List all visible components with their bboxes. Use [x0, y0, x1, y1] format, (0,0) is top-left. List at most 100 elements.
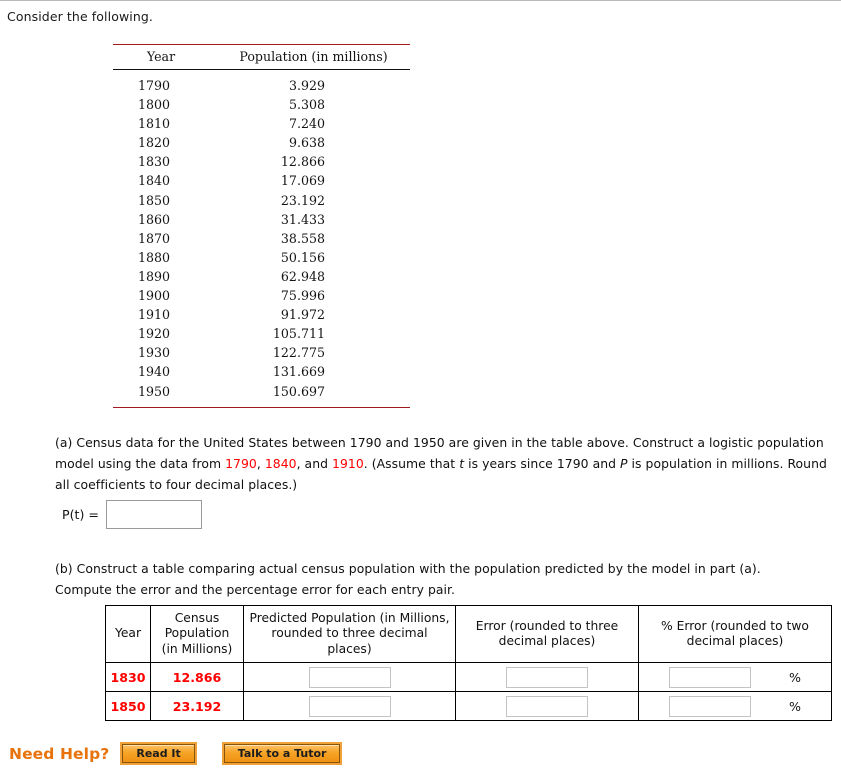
predicted-population-input[interactable]	[308, 666, 391, 688]
table-row: 1860 31.433	[113, 210, 410, 229]
table-row: 1840 17.069	[113, 171, 410, 190]
census-population: 3.929	[288, 78, 325, 93]
comparison-error-cell	[455, 691, 639, 721]
census-population: 105.711	[272, 326, 325, 342]
census-year: 1870	[138, 230, 171, 246]
comparison-table: Year Census Population (in Millions) Pre…	[105, 605, 832, 721]
comparison-percent-error-cell: %	[638, 691, 832, 721]
census-population: 91.972	[280, 307, 325, 323]
census-population: 38.558	[280, 230, 325, 246]
table-row: 1910 91.972	[113, 305, 410, 324]
need-help-label: Need Help?	[9, 744, 110, 763]
census-population: 5.308	[288, 97, 325, 113]
census-data-table: Year Population (in millions) 1790 3.929 …	[113, 44, 410, 408]
talk-to-tutor-button[interactable]: Talk to a Tutor	[221, 742, 343, 765]
comparison-header-year: Year	[105, 605, 151, 663]
census-year: 1860	[138, 211, 171, 227]
census-year: 1950	[138, 383, 171, 399]
table-row: 1830 12.866	[113, 152, 410, 171]
table-row: 1870 38.558	[113, 229, 410, 248]
census-population: 150.697	[272, 383, 325, 399]
comparison-census-population: 12.866	[150, 662, 244, 692]
census-population: 9.638	[288, 135, 325, 151]
read-it-button[interactable]: Read It	[120, 742, 197, 765]
error-input[interactable]	[506, 695, 588, 717]
table-row: 1790 3.929	[113, 70, 410, 96]
table-row: 1950 150.697	[113, 381, 410, 407]
census-table-body: 1790 3.929 1800 5.308 1810 7.240 1820 9.638 …	[113, 70, 410, 408]
pt-answer-label: P(t) =	[62, 507, 99, 522]
table-row: 1800 5.308	[113, 95, 410, 114]
part-a-text-2: . (Assume that	[363, 456, 460, 471]
census-year: 1880	[138, 249, 171, 265]
highlight-year-1910: 1910	[332, 456, 364, 471]
table-row: 1930 122.775	[113, 343, 410, 362]
pt-answer-row: P(t) =	[62, 500, 202, 529]
table-row: 1850 23.192 %	[105, 691, 832, 721]
highlight-year-1790: 1790	[225, 456, 257, 471]
comparison-year: 1830	[105, 662, 151, 692]
variable-p: P	[620, 456, 628, 471]
table-row: 1890 62.948	[113, 267, 410, 286]
table-row: 1820 9.638	[113, 133, 410, 152]
error-input[interactable]	[506, 666, 588, 688]
census-population: 12.866	[280, 154, 325, 170]
census-year: 1790	[138, 78, 171, 93]
table-row: 1880 50.156	[113, 248, 410, 267]
census-header-year: Year	[113, 44, 209, 70]
census-population: 75.996	[280, 288, 325, 304]
part-a-text-3: is years since 1790 and	[464, 456, 621, 471]
census-year: 1800	[138, 97, 171, 113]
comparison-table-header-row: Year Census Population (in Millions) Pre…	[105, 605, 832, 663]
census-header-population: Population (in millions)	[209, 44, 410, 70]
census-year: 1900	[138, 288, 171, 304]
census-year: 1890	[138, 268, 171, 284]
comparison-percent-error-cell: %	[638, 662, 832, 692]
census-year: 1940	[138, 364, 171, 380]
comparison-predicted-cell	[243, 662, 456, 692]
comparison-year: 1850	[105, 691, 151, 721]
census-year: 1850	[138, 192, 171, 208]
census-year: 1840	[138, 173, 171, 189]
census-year: 1910	[138, 307, 171, 323]
part-b-question-text: (b) Construct a table comparing actual c…	[55, 561, 761, 597]
census-population: 62.948	[280, 268, 325, 284]
comparison-table-body: 1830 12.866 % 1850 23.192 %	[105, 662, 832, 721]
table-row: 1810 7.240	[113, 114, 410, 133]
highlight-year-1840: 1840	[264, 456, 297, 471]
census-year: 1810	[138, 116, 171, 132]
part-a-question-text: (a) Census data for the United States be…	[55, 432, 830, 495]
census-population: 31.433	[280, 211, 325, 227]
page-top-rule	[0, 0, 841, 1]
percent-sign: %	[789, 669, 801, 685]
part-a-sep-2: , and	[296, 456, 333, 471]
percent-sign: %	[789, 698, 801, 714]
comparison-header-error: Error (rounded to three decimal places)	[455, 605, 639, 663]
census-year: 1920	[138, 326, 171, 342]
table-row: 1850 23.192	[113, 191, 410, 210]
comparison-error-cell	[455, 662, 639, 692]
need-help-bar: Need Help? Read It Talk to a Tutor	[9, 742, 343, 765]
census-population: 131.669	[272, 364, 325, 380]
census-population: 7.240	[288, 116, 325, 132]
census-population: 50.156	[280, 249, 325, 265]
census-year: 1930	[138, 345, 171, 361]
comparison-header-predicted-population: Predicted Population (in Millions, round…	[243, 605, 456, 663]
page-prompt: Consider the following.	[7, 9, 153, 24]
percent-error-input[interactable]	[669, 695, 752, 717]
table-row: 1830 12.866 %	[105, 662, 832, 692]
comparison-predicted-cell	[243, 691, 456, 721]
census-table-header-row: Year Population (in millions)	[113, 44, 410, 70]
predicted-population-input[interactable]	[308, 695, 391, 717]
census-population: 23.192	[280, 192, 325, 208]
table-row: 1920 105.711	[113, 324, 410, 343]
pt-answer-input[interactable]	[105, 500, 202, 529]
part-a-sep-1: ,	[256, 456, 265, 471]
census-year: 1830	[138, 154, 171, 170]
comparison-header-percent-error: % Error (rounded to two decimal places)	[638, 605, 832, 663]
census-population: 17.069	[280, 173, 325, 189]
comparison-header-census-population: Census Population (in Millions)	[150, 605, 244, 663]
census-population: 122.775	[272, 345, 325, 361]
percent-error-input[interactable]	[669, 666, 752, 688]
table-row: 1940 131.669	[113, 362, 410, 381]
